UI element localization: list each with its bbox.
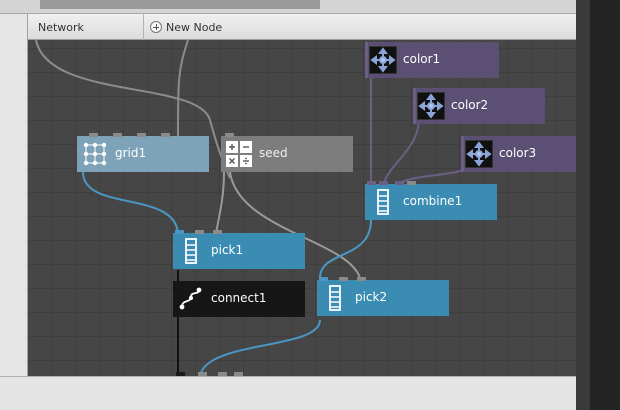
node-pick2[interactable]: pick2 <box>317 277 449 316</box>
network-toolbar: Network New Node <box>28 14 576 40</box>
node-color2[interactable]: color2 <box>413 88 545 124</box>
bottom-status-bar <box>0 376 576 410</box>
input-port[interactable] <box>357 277 366 281</box>
input-port[interactable] <box>407 181 416 185</box>
input-port[interactable] <box>137 133 146 137</box>
node-label: connect1 <box>211 291 267 305</box>
node-label: color1 <box>403 52 441 66</box>
wire-color2-combine1 <box>383 117 420 185</box>
top-tab[interactable] <box>40 0 320 9</box>
node-label: pick1 <box>211 243 244 257</box>
input-port[interactable] <box>175 230 184 234</box>
node-color1[interactable]: color1 <box>365 42 499 78</box>
title-strip <box>0 0 576 14</box>
plus-icon <box>150 21 162 33</box>
wire-pick2-bottom <box>199 319 321 376</box>
network-canvas[interactable]: grid1 seed color1 color2 color3 combine1… <box>28 40 576 376</box>
network-label: Network <box>38 21 84 34</box>
input-port[interactable] <box>195 230 204 234</box>
node-label: grid1 <box>115 146 147 160</box>
node-seed[interactable]: seed <box>221 133 353 172</box>
node-label: color2 <box>451 98 489 112</box>
input-port[interactable] <box>213 230 222 234</box>
node-color3[interactable]: color3 <box>461 136 576 172</box>
node-pick1[interactable]: pick1 <box>173 230 305 269</box>
input-port[interactable] <box>89 133 98 137</box>
input-port[interactable] <box>319 277 328 281</box>
list-icon <box>185 238 197 264</box>
input-port[interactable] <box>113 133 122 137</box>
list-icon <box>377 189 389 215</box>
input-port[interactable] <box>367 181 376 185</box>
list-icon <box>329 285 341 311</box>
window-edge <box>576 0 590 410</box>
grid-icon <box>83 142 107 166</box>
toolbar-divider <box>143 14 144 40</box>
wire-top-seed-input <box>177 40 189 137</box>
color-icon <box>369 46 397 74</box>
new-node-label: New Node <box>166 20 223 34</box>
wire-seed-pick1 <box>215 171 225 235</box>
node-label: combine1 <box>403 194 463 208</box>
input-port[interactable] <box>379 181 388 185</box>
node-combine1[interactable]: combine1 <box>365 181 497 220</box>
input-port[interactable] <box>395 181 404 185</box>
node-label: seed <box>259 146 288 160</box>
app-window: Network New Node grid1 seed color1 color… <box>0 0 620 410</box>
node-label: color3 <box>499 146 537 160</box>
node-label: pick2 <box>355 290 388 304</box>
node-connect1[interactable]: connect1 <box>173 281 305 317</box>
color-icon <box>465 140 493 168</box>
left-panel <box>0 14 28 376</box>
seed-icon <box>226 141 252 167</box>
connect-icon <box>179 287 202 310</box>
window-shadow <box>590 0 620 410</box>
input-port[interactable] <box>225 133 234 137</box>
input-port[interactable] <box>339 277 348 281</box>
color-icon <box>417 92 445 120</box>
input-port[interactable] <box>161 133 170 137</box>
wire-grid1-pick1 <box>82 171 179 235</box>
node-grid1[interactable]: grid1 <box>77 133 209 172</box>
new-node-button[interactable]: New Node <box>150 18 222 36</box>
